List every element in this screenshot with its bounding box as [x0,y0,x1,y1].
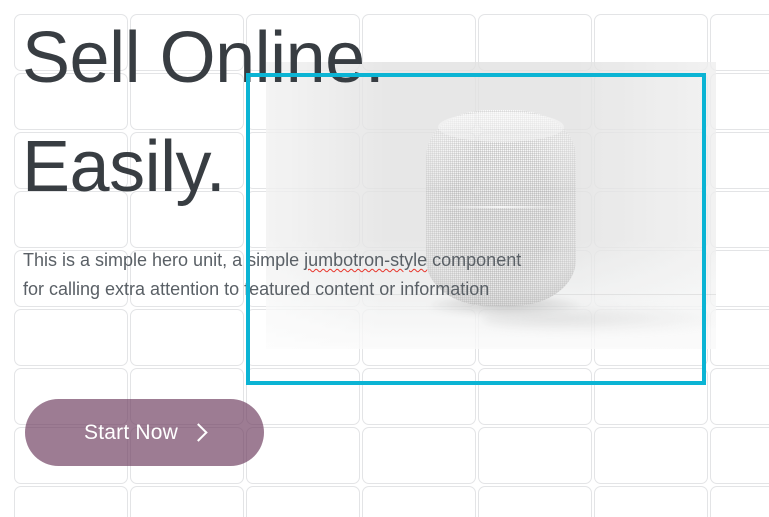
grid-cell [14,309,128,366]
grid-cell [710,250,769,307]
grid-cell [478,486,592,517]
hero-canvas: Sell Online. Easily. This is a simple he… [0,0,769,517]
grid-cell [362,427,476,484]
grid-cell [478,427,592,484]
selection-rectangle[interactable] [246,73,706,385]
grid-cell [710,427,769,484]
grid-cell [362,486,476,517]
grid-cell [710,132,769,189]
grid-cell [246,486,360,517]
grid-cell [710,486,769,517]
grid-cell [130,486,244,517]
grid-cell [594,427,708,484]
grid-cell [710,14,769,71]
chevron-right-icon [189,422,208,442]
grid-cell [14,486,128,517]
grid-cell [710,368,769,425]
grid-cell [594,486,708,517]
hero-headline-line-2: Easily. [22,127,226,207]
start-now-button[interactable]: Start Now [25,399,264,466]
grid-cell [710,309,769,366]
start-now-label: Start Now [84,420,178,444]
grid-cell [710,73,769,130]
grid-cell [130,309,244,366]
grid-cell [710,191,769,248]
